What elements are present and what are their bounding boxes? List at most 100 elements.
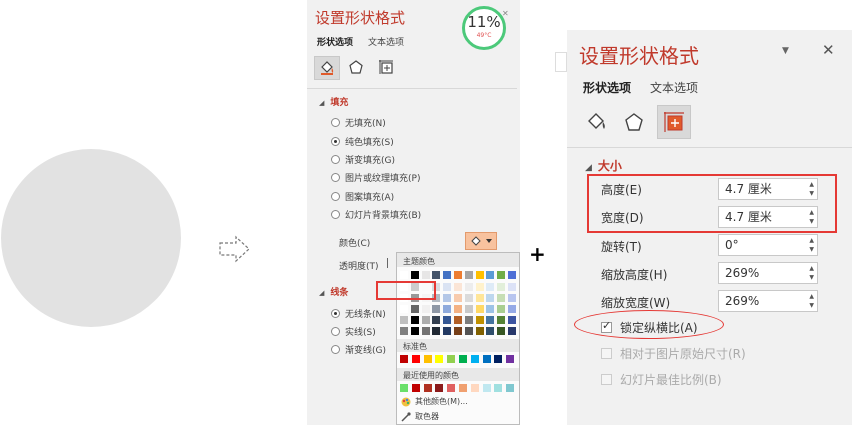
theme-color-swatch[interactable] [443,271,452,279]
theme-color-shade-swatch[interactable] [508,305,516,313]
more-colors-item[interactable]: 其他颜色(M)... [401,396,468,407]
spin-up-icon[interactable]: ▲ [809,294,814,300]
radio-solid-line[interactable]: 实线(S) [331,325,376,338]
theme-color-shade-swatch[interactable] [400,305,408,313]
effects-tab[interactable] [619,107,649,137]
spin-up-icon[interactable]: ▲ [809,238,814,244]
theme-color-shade-swatch[interactable] [400,316,408,324]
radio-gradient-fill[interactable]: 渐变填充(G) [331,153,395,166]
recent-color-swatch[interactable] [459,384,467,392]
spin-down-icon[interactable]: ▼ [809,247,814,253]
theme-color-shade-swatch[interactable] [443,305,452,313]
circle-shape[interactable] [1,149,181,327]
theme-color-swatch[interactable] [464,271,473,279]
theme-color-shade-swatch[interactable] [497,283,506,291]
size-section-header[interactable]: ◢ 大小 [585,157,622,174]
theme-color-shade-swatch[interactable] [410,316,419,324]
theme-color-shade-swatch[interactable] [486,327,495,335]
radio-gradient-line[interactable]: 渐变线(G) [331,343,386,356]
theme-color-swatch[interactable] [421,271,430,279]
theme-color-shade-swatch[interactable] [454,283,462,291]
radio-no-line[interactable]: 无线条(N) [331,307,386,320]
theme-color-shade-swatch[interactable] [497,305,506,313]
radio-slide-background-fill[interactable]: 幻灯片背景填充(B) [331,208,421,221]
rotation-input[interactable]: 0° ▲ ▼ [718,234,818,256]
recent-color-swatch[interactable] [400,384,408,392]
recent-color-swatch[interactable] [447,384,456,392]
standard-color-swatch[interactable] [470,355,479,363]
theme-color-shade-swatch[interactable] [443,294,452,302]
theme-color-shade-swatch[interactable] [432,327,441,335]
theme-color-shade-swatch[interactable] [486,283,495,291]
theme-color-shade-swatch[interactable] [475,327,484,335]
theme-color-swatch[interactable] [454,271,462,279]
theme-color-shade-swatch[interactable] [464,327,473,335]
theme-color-shade-swatch[interactable] [486,305,495,313]
theme-color-shade-swatch[interactable] [421,316,430,324]
radio-no-fill[interactable]: 无填充(N) [331,116,386,129]
theme-color-shade-swatch[interactable] [508,283,516,291]
battery-widget[interactable]: 11% 49°C [462,6,506,50]
checkbox-unchecked[interactable] [601,348,612,359]
spin-down-icon[interactable]: ▼ [809,303,814,309]
theme-color-shade-swatch[interactable] [454,305,462,313]
radio-pattern-fill[interactable]: 图案填充(A) [331,190,394,203]
recent-color-swatch[interactable] [423,384,432,392]
theme-color-shade-swatch[interactable] [486,294,495,302]
theme-color-swatch[interactable] [475,271,484,279]
relative-original-checkbox[interactable]: 相对于图片原始尺寸(R) [601,345,746,362]
scale-height-input[interactable]: 269% ▲ ▼ [718,262,818,284]
radio-solid-fill[interactable]: 纯色填充(S) [331,135,394,148]
theme-color-shade-swatch[interactable] [508,294,516,302]
recent-color-swatch[interactable] [482,384,491,392]
fill-section-header[interactable]: ◢ 填充 [319,95,348,108]
theme-color-shade-swatch[interactable] [497,316,506,324]
theme-color-shade-swatch[interactable] [497,294,506,302]
size-properties-tab[interactable] [657,105,691,139]
close-icon[interactable]: ✕ [822,41,835,59]
fill-line-tab[interactable] [581,107,611,137]
tab-shape-options[interactable]: 形状选项 [317,35,353,48]
theme-color-swatch[interactable] [486,271,495,279]
theme-color-shade-swatch[interactable] [464,283,473,291]
theme-color-shade-swatch[interactable] [432,305,441,313]
theme-color-shade-swatch[interactable] [486,316,495,324]
theme-color-swatch[interactable] [497,271,506,279]
standard-color-swatch[interactable] [506,355,515,363]
theme-color-shade-swatch[interactable] [508,327,516,335]
recent-color-swatch[interactable] [470,384,479,392]
tab-text-options[interactable]: 文本选项 [650,79,698,96]
theme-color-shade-swatch[interactable] [475,305,484,313]
eyedropper-item[interactable]: 取色器 [401,411,439,422]
fill-line-tab[interactable] [314,56,340,80]
theme-color-shade-swatch[interactable] [464,305,473,313]
best-scale-checkbox[interactable]: 幻灯片最佳比例(B) [601,371,722,388]
standard-color-swatch[interactable] [447,355,456,363]
size-properties-tab[interactable] [374,56,398,78]
theme-color-shade-swatch[interactable] [421,305,430,313]
scale-width-input[interactable]: 269% ▲ ▼ [718,290,818,312]
theme-color-shade-swatch[interactable] [475,316,484,324]
standard-color-swatch[interactable] [459,355,467,363]
theme-color-swatch[interactable] [410,271,419,279]
fill-color-button[interactable] [465,232,497,250]
tab-shape-options[interactable]: 形状选项 [583,79,631,96]
theme-color-shade-swatch[interactable] [464,316,473,324]
theme-color-shade-swatch[interactable] [443,327,452,335]
theme-color-shade-swatch[interactable] [454,294,462,302]
theme-color-shade-swatch[interactable] [410,305,419,313]
checkbox-unchecked[interactable] [601,374,612,385]
standard-color-swatch[interactable] [494,355,503,363]
theme-color-shade-swatch[interactable] [454,327,462,335]
recent-color-swatch[interactable] [506,384,515,392]
theme-color-shade-swatch[interactable] [400,327,408,335]
spin-down-icon[interactable]: ▼ [809,275,814,281]
theme-color-swatch[interactable] [508,271,516,279]
theme-color-swatch[interactable] [432,271,441,279]
recent-color-swatch[interactable] [411,384,420,392]
standard-color-swatch[interactable] [423,355,432,363]
theme-color-shade-swatch[interactable] [421,327,430,335]
pane-options-dropdown-icon[interactable]: ▼ [782,46,789,56]
theme-color-shade-swatch[interactable] [454,316,462,324]
effects-tab[interactable] [344,56,368,78]
